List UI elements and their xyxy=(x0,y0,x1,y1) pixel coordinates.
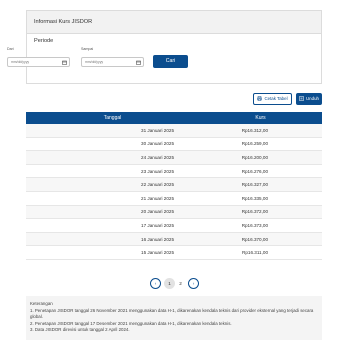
note-item: 3. Data JISDOR direvisi untuk tanggal 2 … xyxy=(30,327,130,333)
row-rate: Rp16.276,00 xyxy=(199,164,322,179)
row-date: 31 Januari 2025 xyxy=(26,124,199,138)
search-button[interactable]: Cari xyxy=(153,55,188,68)
note-item: 1. Penetapan JISDOR tanggal 26 November … xyxy=(30,307,314,320)
print-icon xyxy=(257,96,263,102)
table-row: 21 Januari 2025 Rp16.335,00 xyxy=(26,191,322,206)
notes-panel: Keterangan 1. Penetapan JISDOR tanggal 2… xyxy=(26,296,322,340)
download-button[interactable]: Unduh xyxy=(296,93,322,105)
row-date: 16 Januari 2025 xyxy=(26,232,199,247)
from-label: Dari xyxy=(7,47,14,51)
note-item: 2. Penetapan JISDOR tanggal 17 Desember … xyxy=(30,320,232,326)
row-date: 21 Januari 2025 xyxy=(26,191,199,206)
page-1-button[interactable]: 1 xyxy=(164,278,175,289)
column-header-rate: Kurs xyxy=(199,112,322,124)
row-date: 24 Januari 2025 xyxy=(26,150,199,165)
row-rate: Rp16.335,00 xyxy=(199,191,322,206)
row-rate: Rp16.372,00 xyxy=(199,205,322,220)
panel-title: Informasi Kurs JISDOR xyxy=(27,11,321,34)
row-date: 17 Januari 2025 xyxy=(26,218,199,233)
calendar-icon[interactable] xyxy=(62,60,67,65)
page-2-button[interactable]: 2 xyxy=(175,278,186,289)
rates-table: Tanggal Kurs 31 Januari 2025 Rp16.312,00 … xyxy=(26,112,322,260)
to-date-placeholder: mm/dd/yyyy xyxy=(85,60,104,64)
next-page-button[interactable]: › xyxy=(188,278,199,289)
prev-page-button[interactable]: ‹ xyxy=(150,278,161,289)
row-date: 15 Januari 2025 xyxy=(26,245,199,260)
table-row: 31 Januari 2025 Rp16.312,00 xyxy=(26,124,322,138)
table-row: 17 Januari 2025 Rp16.373,00 xyxy=(26,218,322,233)
filter-panel: Informasi Kurs JISDOR Periode xyxy=(26,10,322,84)
table-row: 30 Januari 2025 Rp16.259,00 xyxy=(26,137,322,152)
from-date-field[interactable]: mm/dd/yyyy xyxy=(7,57,70,67)
table-row: 20 Januari 2025 Rp16.372,00 xyxy=(26,205,322,220)
row-date: 30 Januari 2025 xyxy=(26,137,199,152)
download-icon xyxy=(299,96,304,102)
row-rate: Rp16.373,00 xyxy=(199,218,322,233)
row-rate: Rp16.259,00 xyxy=(199,137,322,152)
calendar-icon[interactable] xyxy=(136,60,141,65)
row-rate: Rp16.327,00 xyxy=(199,177,322,192)
table-row: 22 Januari 2025 Rp16.327,00 xyxy=(26,177,322,192)
row-rate: Rp16.311,00 xyxy=(199,245,322,260)
periode-title: Periode xyxy=(34,38,54,44)
row-rate: Rp16.200,00 xyxy=(199,150,322,165)
row-rate: Rp16.370,00 xyxy=(199,232,322,247)
print-label: Cetak Tabel xyxy=(264,96,288,101)
table-row: 15 Januari 2025 Rp16.311,00 xyxy=(26,245,322,260)
from-date-placeholder: mm/dd/yyyy xyxy=(11,60,30,64)
column-header-date: Tanggal xyxy=(26,112,199,124)
notes-title: Keterangan xyxy=(30,301,53,306)
row-rate: Rp16.312,00 xyxy=(199,124,322,138)
row-date: 20 Januari 2025 xyxy=(26,205,199,220)
to-date-field[interactable]: mm/dd/yyyy xyxy=(81,57,144,67)
row-date: 22 Januari 2025 xyxy=(26,177,199,192)
print-table-button[interactable]: Cetak Tabel xyxy=(253,93,292,105)
table-row: 16 Januari 2025 Rp16.370,00 xyxy=(26,232,322,247)
download-label: Unduh xyxy=(306,96,319,101)
to-label: Sampai xyxy=(81,47,94,51)
table-row: 23 Januari 2025 Rp16.276,00 xyxy=(26,164,322,179)
row-date: 23 Januari 2025 xyxy=(26,164,199,179)
table-row: 24 Januari 2025 Rp16.200,00 xyxy=(26,150,322,165)
